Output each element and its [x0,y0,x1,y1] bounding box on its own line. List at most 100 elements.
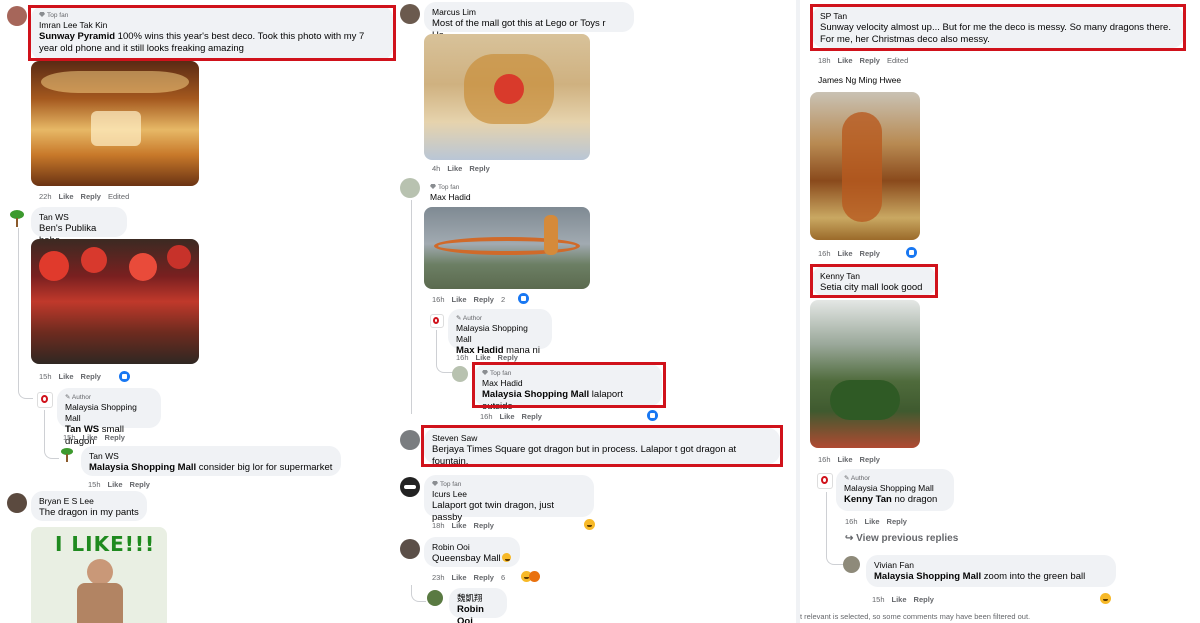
top-fan-badge: Top fan [430,183,476,192]
haha-reaction-icon[interactable] [584,519,595,530]
comment-text: Kenny Tan no dragon [844,494,938,505]
comment-gif[interactable]: I LIKE!!! [31,527,167,623]
comment-photo[interactable] [31,61,199,186]
commenter-name[interactable]: Malaysia Shopping Mall [844,483,946,494]
like-button[interactable]: Like [452,573,467,582]
commenter-name[interactable]: Tan WS [89,451,333,462]
comment-bubble: Bryan E S Lee The dragon in my pants [31,491,147,521]
avatar[interactable] [400,178,420,198]
reply-button[interactable]: Reply [522,412,542,421]
avatar[interactable] [400,477,420,497]
commenter-name[interactable]: Marcus Lim [432,7,626,18]
like-button[interactable]: Like [500,412,515,421]
commenter-name[interactable]: Icurs Lee [432,489,586,500]
haha-reaction-icon[interactable] [1100,593,1111,604]
comment-actions: 22h Like Reply Edited [39,192,130,201]
comment-text: Queensbay Mall [432,553,501,564]
page-logo-icon[interactable] [430,314,444,328]
reply-button[interactable]: Reply [105,433,125,442]
reply-button[interactable]: Reply [469,164,489,173]
reply-button[interactable]: Reply [860,249,880,258]
comment-actions: 18h Like Reply [432,521,494,530]
reply-button[interactable]: Reply [474,521,494,530]
comment-photo[interactable] [424,34,590,160]
like-button[interactable]: Like [83,433,98,442]
mention-link[interactable]: Robin Ooi [457,604,499,623]
like-reaction-icon[interactable] [906,247,917,258]
commenter-name[interactable]: Vivian Fan [874,560,1108,571]
avatar[interactable] [7,493,27,513]
comment-bubble: Tan WS Malaysia Shopping Mall consider b… [81,446,341,476]
reply-button[interactable]: Reply [860,56,880,65]
view-previous-replies-link[interactable]: ↪ View previous replies [845,533,958,544]
reply-button[interactable]: Reply [130,480,150,489]
reply-button[interactable]: Reply [81,192,101,201]
comment-actions: 16h Like Reply [818,455,880,464]
page-logo-icon[interactable] [817,473,833,489]
avatar[interactable] [7,6,27,26]
avatar[interactable] [400,4,420,24]
like-button[interactable]: Like [108,480,123,489]
commenter-name[interactable]: Robin Ooi [432,542,512,553]
commenter-name[interactable]: 魏凱翔 [457,593,499,604]
page-logo-icon[interactable] [37,392,53,408]
like-button[interactable]: Like [838,249,853,258]
avatar[interactable] [400,430,420,450]
thread-line [826,492,845,565]
photo-detail [830,380,900,420]
like-button[interactable]: Like [476,353,491,362]
like-button[interactable]: Like [59,192,74,201]
reply-button[interactable]: Reply [498,353,518,362]
avatar[interactable] [400,539,420,559]
commenter-name[interactable]: Tan WS [39,212,119,223]
comment-photo[interactable] [810,300,920,448]
comment-actions: 18h Like Reply Edited [818,56,909,65]
comment-actions: 16h Like Reply [818,249,880,258]
reply-button[interactable]: Reply [474,573,494,582]
like-button[interactable]: Like [447,164,462,173]
reply-button[interactable]: Reply [914,595,934,604]
comment-photo[interactable] [424,207,590,289]
like-button[interactable]: Like [452,295,467,304]
author-badge: ✎ Author [844,475,871,482]
comment-text: The dragon in my pants [39,507,139,518]
comment-text: Malaysia Shopping Mall zoom into the gre… [874,571,1086,582]
like-button[interactable]: Like [838,455,853,464]
like-button[interactable]: Like [865,517,880,526]
like-reaction-icon[interactable] [518,293,529,304]
reply-button[interactable]: Reply [81,372,101,381]
like-reaction-icon[interactable] [119,371,130,382]
avatar[interactable] [452,366,468,382]
reply-button[interactable]: Reply [887,517,907,526]
highlight-box [421,425,783,467]
like-button[interactable]: Like [838,56,853,65]
comment-photo[interactable] [810,92,920,240]
comment-photo[interactable] [31,239,199,364]
diamond-icon [432,481,438,486]
avatar[interactable] [59,447,75,463]
commenter-name[interactable]: Malaysia Shopping Mall [456,323,544,345]
author-badge: ✎ Author [65,394,92,401]
angry-reaction-icon[interactable] [529,571,540,582]
commenter-name[interactable]: Max Hadid [430,192,476,203]
mention-link[interactable]: Malaysia Shopping Mall [874,571,981,582]
comment-actions: 16h Like Reply [480,412,542,421]
mention-link[interactable]: Kenny Tan [844,494,892,505]
mention-link[interactable]: Malaysia Shopping Mall [89,462,196,473]
like-reaction-icon[interactable] [647,410,658,421]
avatar[interactable] [843,556,860,573]
like-button[interactable]: Like [452,521,467,530]
thread-line [411,200,412,414]
avatar[interactable] [7,209,27,229]
reply-button[interactable]: Reply [860,455,880,464]
reply-button[interactable]: Reply [474,295,494,304]
photo-detail [87,559,113,585]
like-button[interactable]: Like [892,595,907,604]
avatar[interactable] [427,590,443,606]
commenter-name[interactable]: James Ng Ming Hwee [818,75,901,86]
commenter-name[interactable]: Bryan E S Lee [39,496,139,507]
commenter-name[interactable]: Malaysia Shopping Mall [65,402,153,424]
comment-actions: 16h Like Reply [845,517,907,526]
reaction-count: 6 [500,573,506,582]
like-button[interactable]: Like [59,372,74,381]
